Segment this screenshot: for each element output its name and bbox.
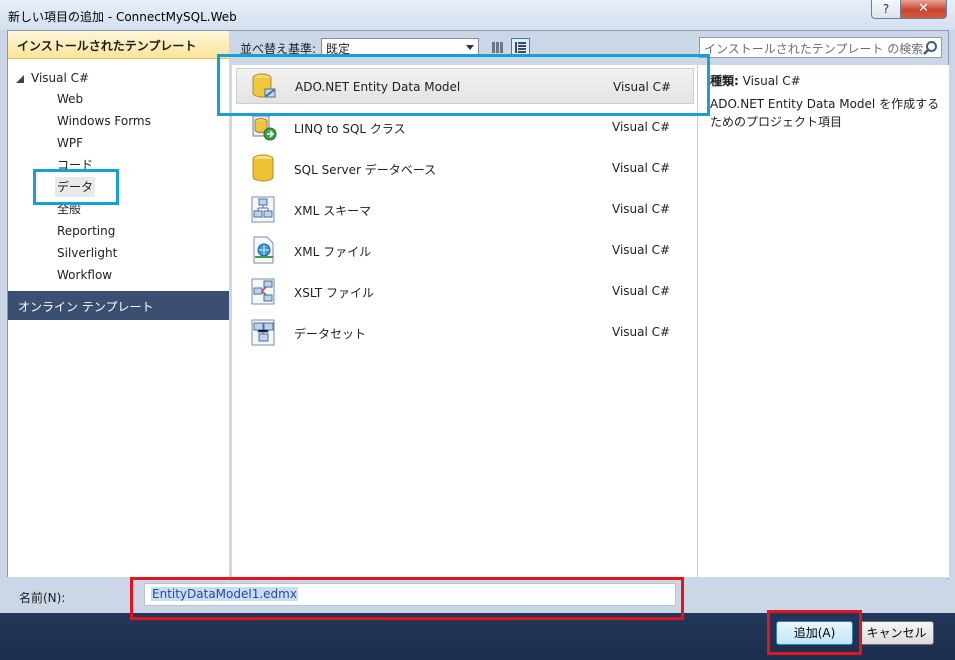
tree-root-visual-csharp[interactable]: Visual C# [16, 69, 89, 87]
tree-item-general[interactable]: 全般 [55, 199, 83, 219]
template-item-dataset[interactable]: データセット Visual C# [236, 314, 694, 350]
linq-to-sql-icon [252, 115, 277, 141]
tree-item-reporting[interactable]: Reporting [55, 221, 117, 241]
template-item-xml-schema[interactable]: XML スキーマ Visual C# [236, 191, 694, 227]
tree-item-wpf[interactable]: WPF [55, 133, 85, 153]
template-name: XML ファイル [294, 245, 372, 259]
kind-row: 種類: Visual C# [710, 72, 801, 89]
dialog-body: インストールされたテンプレート Visual C# Web Windows Fo… [7, 30, 949, 579]
grid-view-icon [492, 42, 503, 53]
window-title: 新しい項目の追加 - ConnectMySQL.Web [8, 10, 237, 24]
template-category-panel: インストールされたテンプレート Visual C# Web Windows Fo… [8, 31, 229, 578]
template-language: Visual C# [613, 80, 672, 94]
tree-item-workflow[interactable]: Workflow [55, 265, 114, 285]
database-icon [252, 154, 274, 182]
expand-arrow-icon[interactable] [16, 74, 24, 83]
search-icon[interactable] [922, 40, 938, 56]
template-list-panel: ADO.NET Entity Data Model Visual C# LINQ… [232, 65, 697, 578]
details-panel: 種類: Visual C# ADO.NET Entity Data Model … [697, 65, 949, 578]
template-name: XML スキーマ [294, 204, 372, 218]
tree-item-code[interactable]: コード [55, 155, 95, 175]
sort-value: 既定 [326, 42, 351, 56]
template-language: Visual C# [612, 120, 671, 134]
template-language: Visual C# [612, 161, 671, 175]
close-button[interactable]: ✕ [900, 0, 947, 19]
template-language: Visual C# [612, 284, 671, 298]
sort-dropdown[interactable]: 既定 [321, 38, 479, 57]
template-item-linq-to-sql[interactable]: LINQ to SQL クラス Visual C# [236, 109, 694, 145]
tree-item-data[interactable]: データ [55, 177, 96, 197]
add-button[interactable]: 追加(A) [776, 621, 853, 645]
template-name: XSLT ファイル [294, 286, 375, 300]
cancel-button[interactable]: キャンセル [859, 621, 934, 645]
online-templates-header[interactable]: オンライン テンプレート [8, 291, 229, 320]
tree-item-web[interactable]: Web [55, 89, 85, 109]
name-label: 名前(N): [19, 591, 66, 605]
tree-item-silverlight[interactable]: Silverlight [55, 243, 119, 263]
name-field[interactable]: EntityDataModel1.edmx [144, 583, 676, 606]
dialog-footer: 追加(A) キャンセル [0, 613, 955, 660]
small-icons-view-button[interactable] [488, 38, 507, 57]
template-language: Visual C# [612, 243, 671, 257]
sort-label: 並べ替え基準: [240, 42, 317, 56]
template-item-sql-server-database[interactable]: SQL Server データベース Visual C# [236, 150, 694, 186]
template-name: ADO.NET Entity Data Model [295, 80, 461, 94]
name-field-value: EntityDataModel1.edmx [151, 587, 298, 601]
xml-schema-icon [251, 196, 275, 223]
template-language: Visual C# [612, 325, 671, 339]
chevron-down-icon [466, 45, 474, 50]
installed-templates-header[interactable]: インストールされたテンプレート [8, 31, 229, 59]
dataset-icon [251, 319, 275, 346]
entity-model-icon [252, 73, 276, 98]
search-placeholder: インストールされたテンプレート の検索 [704, 42, 924, 56]
tree-root-label: Visual C# [31, 71, 90, 85]
template-name: データセット [294, 327, 367, 341]
kind-label: 種類: [710, 74, 739, 88]
template-item-xslt-file[interactable]: XSLT ファイル Visual C# [236, 273, 694, 309]
name-row: 名前(N): EntityDataModel1.edmx [7, 577, 947, 613]
template-item-ado-net-entity-data-model[interactable]: ADO.NET Entity Data Model Visual C# [236, 68, 694, 104]
tree-item-windows-forms[interactable]: Windows Forms [55, 111, 153, 131]
template-name: SQL Server データベース [294, 163, 437, 177]
template-item-xml-file[interactable]: XML ファイル Visual C# [236, 232, 694, 268]
list-view-button[interactable] [511, 38, 530, 57]
list-view-icon [515, 42, 526, 53]
search-input[interactable]: インストールされたテンプレート の検索 [699, 37, 942, 58]
xml-file-icon [253, 236, 274, 264]
title-bar: 新しい項目の追加 - ConnectMySQL.Web ? ✕ [0, 0, 955, 30]
template-description: ADO.NET Entity Data Model を作成するためのプロジェクト… [710, 97, 940, 129]
xslt-file-icon [251, 278, 275, 305]
template-name: LINQ to SQL クラス [294, 122, 406, 136]
template-language: Visual C# [612, 202, 671, 216]
help-button[interactable]: ? [871, 0, 901, 19]
kind-value: Visual C# [742, 74, 801, 88]
